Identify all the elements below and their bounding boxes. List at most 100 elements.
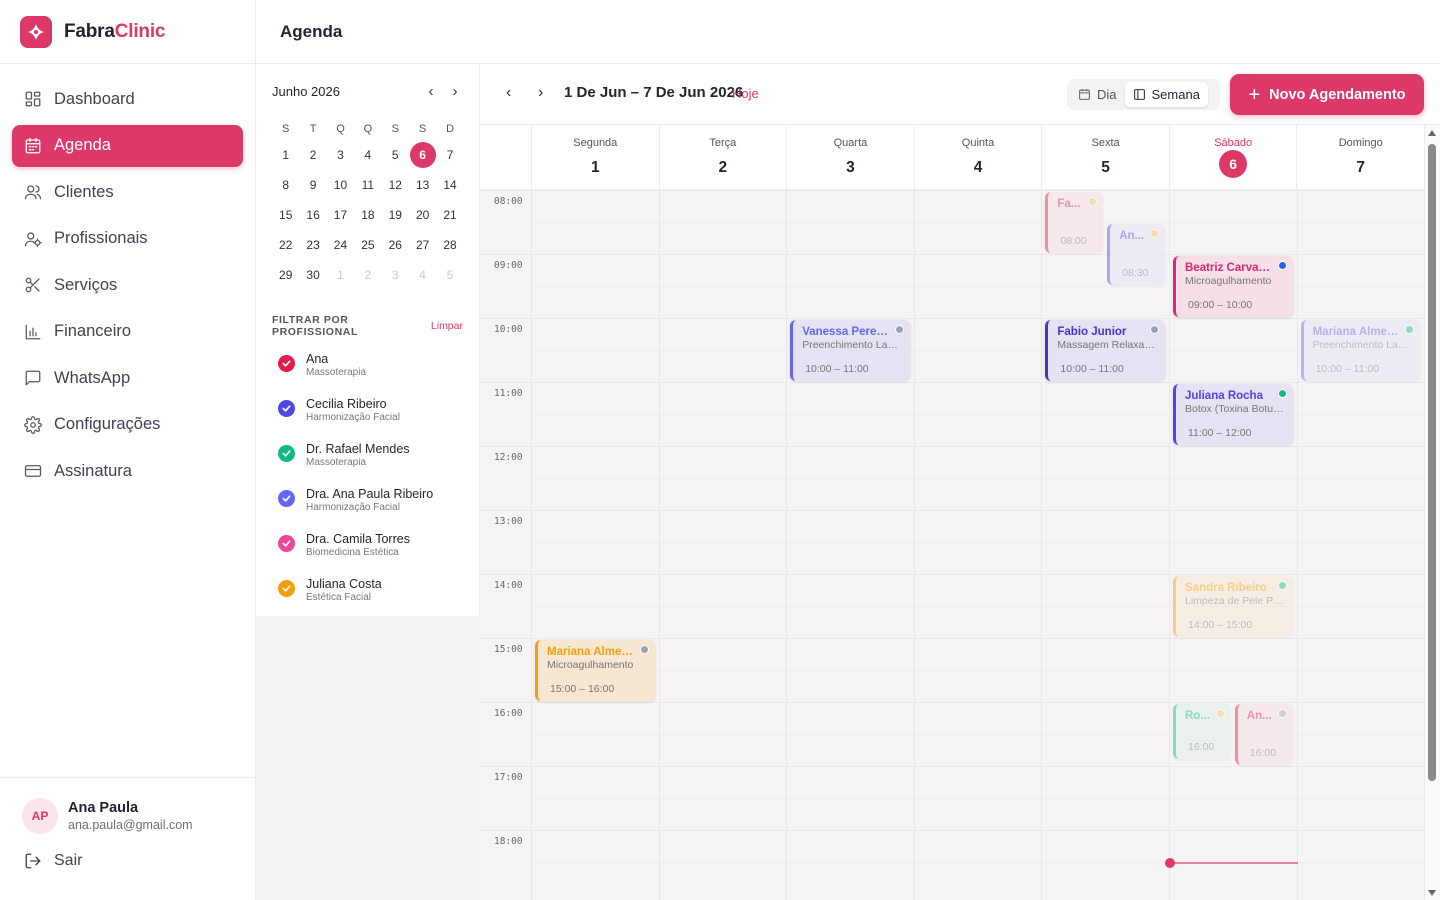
checkbox-check-icon[interactable] (278, 580, 295, 597)
logo-icon (20, 15, 52, 48)
checkbox-check-icon[interactable] (278, 400, 295, 417)
appointment-card[interactable]: Fa... 08:00 (1045, 192, 1104, 253)
appointment-card[interactable]: Ro... 16:00 (1173, 704, 1231, 759)
next-week-icon[interactable]: › (538, 84, 543, 102)
sidebar-item-dashboard[interactable]: Dashboard (12, 78, 243, 120)
mini-calendar-day[interactable]: 12 (382, 170, 409, 200)
professional-filter-item[interactable]: Dra. Ana Paula Ribeiro Harmonização Facia… (256, 483, 479, 528)
mini-calendar-day-selected[interactable]: 6 (409, 140, 436, 170)
mini-calendar-day[interactable]: 22 (272, 230, 299, 260)
sidebar-item-whatsapp[interactable]: WhatsApp (12, 357, 243, 399)
sidebar-item-servicos[interactable]: Serviços (12, 264, 243, 306)
mini-calendar-day[interactable]: 4 (409, 260, 436, 290)
appointment-card[interactable]: Fabio Junior Massagem Relaxante 10:00 – 11… (1045, 320, 1165, 381)
appointment-card[interactable]: Mariana Almeida Preenchimento Labial 10:00… (1300, 320, 1421, 381)
today-button[interactable]: Hoje (732, 86, 759, 101)
mini-calendar-day[interactable]: 18 (354, 200, 381, 230)
mini-calendar-day[interactable]: 3 (327, 140, 354, 170)
day-header-domingo[interactable]: Domingo 7 (1297, 125, 1425, 189)
half-hour-line (532, 542, 1425, 543)
appointment-card[interactable]: Mariana Almeida Microagulhamento 15:00 – 1… (535, 640, 655, 701)
appointment-card[interactable]: Sandra RibeiroLimpeza de Pele Profunda 14… (1173, 576, 1293, 637)
mini-calendar-day[interactable]: 1 (327, 260, 354, 290)
mini-calendar-day[interactable]: 1 (272, 140, 299, 170)
mini-calendar-day[interactable]: 26 (382, 230, 409, 260)
mini-calendar-day[interactable]: 11 (354, 170, 381, 200)
professional-filter-item[interactable]: Cecilia Ribeiro Harmonização Facial (256, 393, 479, 438)
view-day-button[interactable]: Dia (1070, 82, 1125, 107)
day-header-quinta[interactable]: Quinta 4 (915, 125, 1043, 189)
mini-calendar-day[interactable]: 24 (327, 230, 354, 260)
checkbox-check-icon[interactable] (278, 490, 295, 507)
mini-calendar-day[interactable]: 14 (436, 170, 463, 200)
professional-filter-item[interactable]: Dr. Rafael Mendes Massoterapia (256, 438, 479, 483)
professional-filter-item[interactable]: Ana Massoterapia (256, 348, 479, 393)
mini-calendar-day[interactable]: 27 (409, 230, 436, 260)
columns-icon (1133, 89, 1145, 100)
sidebar-item-assinatura[interactable]: Assinatura (12, 450, 243, 492)
prev-week-icon[interactable]: ‹ (506, 84, 511, 102)
mini-calendar-day[interactable]: 3 (382, 260, 409, 290)
checkbox-check-icon[interactable] (278, 445, 295, 462)
scroll-down-icon[interactable] (1428, 890, 1436, 896)
mini-calendar-day[interactable]: 28 (436, 230, 463, 260)
day-header-sabado[interactable]: Sábado 6 (1170, 125, 1298, 189)
checkbox-check-icon[interactable] (278, 355, 295, 372)
mini-calendar-day[interactable]: 10 (327, 170, 354, 200)
new-appointment-button[interactable]: + Novo Agendamento (1230, 74, 1424, 115)
professional-filter-item[interactable]: Dra. Camila Torres Biomedicina Estética (256, 528, 479, 573)
mini-calendar-day[interactable]: 16 (299, 200, 326, 230)
sidebar-item-profissionais[interactable]: Profissionais (12, 218, 243, 260)
mini-calendar-day[interactable]: 21 (436, 200, 463, 230)
hour-line (480, 702, 1425, 703)
mini-calendar-day[interactable]: 5 (436, 260, 463, 290)
sidebar-item-configuracoes[interactable]: Configurações (12, 404, 243, 446)
day-name: Quinta (961, 137, 995, 149)
logout-button[interactable]: Sair (0, 834, 255, 870)
mini-calendar-day[interactable]: 15 (272, 200, 299, 230)
mini-calendar-day[interactable]: 8 (272, 170, 299, 200)
mini-calendar-day[interactable]: 29 (272, 260, 299, 290)
appointment-card[interactable]: Beatriz Carvalho Microagulhamento 09:00 – … (1173, 256, 1293, 317)
status-dot (639, 645, 649, 654)
day-header-quarta[interactable]: Quarta 3 (787, 125, 915, 189)
mini-calendar-day[interactable]: 20 (409, 200, 436, 230)
appointment-card[interactable]: An... 08:30 (1107, 224, 1165, 285)
view-week-button[interactable]: Semana (1124, 82, 1208, 107)
mini-calendar-day[interactable]: 4 (354, 140, 381, 170)
sidebar-item-financeiro[interactable]: Financeiro (12, 311, 243, 353)
mini-next-month-icon[interactable]: › (447, 83, 463, 100)
mini-calendar-day[interactable]: 13 (409, 170, 436, 200)
mini-calendar-day[interactable]: 25 (354, 230, 381, 260)
scroll-thumb[interactable] (1428, 144, 1436, 781)
professional-filter-item[interactable]: Juliana Costa Estética Facial (256, 573, 479, 618)
weekday-label: T (309, 123, 317, 135)
appointment-time: 10:00 – 11:00 (1060, 363, 1124, 375)
hour-line (480, 382, 1425, 383)
time-grid[interactable]: 08:00 09:00 10:00 11:00 12:00 13:00 14:00 15:00… (480, 190, 1425, 900)
sidebar-item-clientes[interactable]: Clientes (12, 171, 243, 213)
mini-calendar-day[interactable]: 17 (327, 200, 354, 230)
user-profile[interactable]: AP Ana Paula ana.paula@gmail.com (0, 778, 255, 834)
mini-calendar-day[interactable]: 7 (436, 140, 463, 170)
mini-calendar-day[interactable]: 19 (382, 200, 409, 230)
appointment-card[interactable]: Vanessa Pereira Preenchimento Labial 10:00… (790, 320, 910, 381)
brand[interactable]: FabraClinic (0, 0, 255, 64)
mini-calendar-day[interactable]: 2 (354, 260, 381, 290)
day-header-terca[interactable]: Terça 2 (660, 125, 788, 189)
calendar-scrollbar[interactable] (1425, 125, 1440, 900)
appointment-card[interactable]: An... 16:00 (1234, 704, 1293, 765)
mini-prev-month-icon[interactable]: ‹ (423, 83, 439, 100)
sidebar-item-agenda[interactable]: Agenda (12, 124, 243, 167)
checkbox-check-icon[interactable] (278, 535, 295, 552)
day-header-segunda[interactable]: Segunda 1 (532, 125, 660, 189)
appointment-card[interactable]: Juliana RochaBotox (Toxina Botulínica) 11… (1173, 384, 1293, 445)
mini-calendar-day[interactable]: 2 (299, 140, 326, 170)
filter-clear-button[interactable]: Limpar (431, 320, 463, 332)
mini-calendar-day[interactable]: 30 (299, 260, 326, 290)
day-header-sexta[interactable]: Sexta 5 (1042, 125, 1170, 189)
mini-calendar-day[interactable]: 23 (299, 230, 326, 260)
mini-calendar-day[interactable]: 9 (299, 170, 326, 200)
scroll-up-icon[interactable] (1428, 130, 1436, 136)
mini-calendar-day[interactable]: 5 (382, 140, 409, 170)
